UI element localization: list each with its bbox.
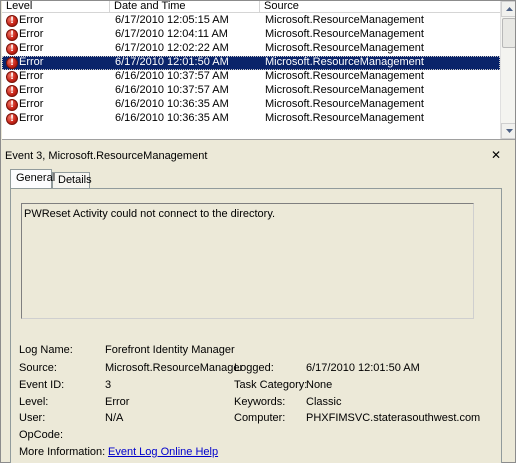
label-more-information: More Information: — [19, 446, 106, 458]
table-row[interactable]: ! Error 6/16/2010 10:36:35 AM Microsoft.Res… — [2, 112, 500, 126]
general-tab-panel: PWReset Activity could not connect to th… — [10, 188, 502, 463]
event-log-online-help-link[interactable]: Event Log Online Help — [108, 446, 218, 459]
label-keywords: Keywords: — [234, 396, 286, 408]
table-row[interactable]: ! Error 6/16/2010 10:36:35 AM Microsoft.Res… — [2, 98, 500, 112]
cell-level: Error — [19, 84, 44, 96]
column-header-source[interactable]: Source — [260, 1, 500, 13]
value-logged: 6/17/2010 12:01:50 AM — [306, 362, 420, 374]
error-icon: ! — [6, 57, 18, 69]
value-log-name: Forefront Identity Manager — [105, 344, 235, 356]
cell-date-time: 6/16/2010 10:36:35 AM — [115, 98, 229, 110]
cell-date-time: 6/17/2010 12:04:11 AM — [115, 28, 228, 40]
label-log-name: Log Name: — [19, 344, 73, 356]
value-source: Microsoft.ResourceManager — [105, 362, 244, 374]
cell-source: Microsoft.ResourceManagement — [265, 56, 424, 68]
cell-level: Error — [19, 28, 44, 40]
cell-date-time: 6/17/2010 12:02:22 AM — [115, 42, 229, 54]
label-level: Level: — [19, 396, 49, 408]
tab-details[interactable]: Details — [52, 172, 92, 188]
tab-general[interactable]: General — [10, 169, 55, 188]
cell-date-time: 6/17/2010 12:05:15 AM — [115, 14, 229, 26]
arrow-up-icon — [506, 7, 513, 11]
label-user: User: — [19, 412, 46, 424]
cell-source: Microsoft.ResourceManagement — [265, 112, 424, 124]
error-icon-glyph: ! — [6, 99, 18, 111]
cell-level: Error — [19, 98, 44, 110]
cell-level: Error — [19, 56, 44, 68]
scroll-thumb[interactable] — [502, 18, 515, 48]
cell-source: Microsoft.ResourceManagement — [265, 98, 424, 110]
pane-splitter[interactable] — [2, 139, 515, 145]
value-event-id: 3 — [105, 379, 112, 391]
cell-date-time: 6/17/2010 12:01:50 AM — [115, 56, 229, 68]
error-icon: ! — [6, 15, 18, 27]
column-header-date[interactable]: Date and Time — [110, 1, 260, 13]
label-opcode: OpCode: — [19, 429, 64, 441]
cell-source: Microsoft.ResourceManagement — [265, 84, 424, 96]
scroll-down-button[interactable] — [501, 123, 515, 139]
cell-date-time: 6/16/2010 10:37:57 AM — [115, 70, 229, 82]
cell-date-time: 6/16/2010 10:37:57 AM — [115, 84, 229, 96]
table-row[interactable]: ! Error 6/17/2010 12:02:22 AM Microsoft.Res… — [2, 42, 500, 56]
cell-source: Microsoft.ResourceManagement — [265, 70, 424, 82]
error-icon-glyph: ! — [6, 85, 18, 97]
error-icon: ! — [6, 113, 18, 125]
event-message[interactable]: PWReset Activity could not connect to th… — [21, 203, 474, 319]
label-event-id: Event ID: — [19, 379, 65, 391]
event-list: Level Date and Time Source ! Error 6/17/20… — [2, 1, 515, 139]
error-icon-glyph: ! — [6, 113, 18, 125]
table-row[interactable]: ! Error 6/16/2010 10:37:57 AM Microsoft.Res… — [2, 84, 500, 98]
table-row[interactable]: ! Error 6/16/2010 10:37:57 AM Microsoft.Res… — [2, 70, 500, 84]
value-keywords: Classic — [306, 396, 342, 408]
error-icon-glyph: ! — [6, 57, 18, 69]
column-header-level[interactable]: Level — [2, 1, 110, 13]
label-source: Source: — [19, 362, 57, 374]
cell-level: Error — [19, 112, 44, 124]
cell-level: Error — [19, 42, 44, 54]
cell-source: Microsoft.ResourceManagement — [265, 42, 424, 54]
error-icon: ! — [6, 99, 18, 111]
table-row[interactable]: ! Error 6/17/2010 12:01:50 AM Microsoft.Res… — [2, 56, 500, 70]
error-icon-glyph: ! — [6, 15, 18, 27]
value-computer: PHXFIMSVC.staterasouthwest.com — [306, 412, 481, 424]
vertical-scrollbar[interactable] — [500, 1, 515, 139]
detail-title: Event 3, Microsoft.ResourceManagement — [5, 150, 208, 162]
value-task-category: None — [306, 379, 333, 391]
table-row[interactable]: ! Error 6/17/2010 12:04:11 AM Microsoft.Res… — [2, 28, 500, 42]
column-header-row: Level Date and Time Source — [2, 1, 500, 13]
error-icon-glyph: ! — [6, 29, 18, 41]
cell-source: Microsoft.ResourceManagement — [265, 14, 424, 26]
event-viewer-window: Level Date and Time Source ! Error 6/17/20… — [0, 0, 516, 463]
event-rows: ! Error 6/17/2010 12:05:15 AM Microsoft.Res… — [2, 14, 500, 126]
error-icon-glyph: ! — [6, 43, 18, 55]
value-user: N/A — [105, 412, 124, 424]
arrow-down-icon — [506, 129, 513, 133]
scroll-up-button[interactable] — [501, 1, 515, 17]
close-icon[interactable]: ✕ — [490, 149, 502, 161]
error-icon: ! — [6, 29, 18, 41]
cell-level: Error — [19, 14, 44, 26]
cell-date-time: 6/16/2010 10:36:35 AM — [115, 112, 229, 124]
error-icon-glyph: ! — [6, 71, 18, 83]
value-level: Error — [105, 396, 130, 408]
error-icon: ! — [6, 71, 18, 83]
table-row[interactable]: ! Error 6/17/2010 12:05:15 AM Microsoft.Res… — [2, 14, 500, 28]
label-logged: Logged: — [234, 362, 274, 374]
label-task-category: Task Category: — [234, 379, 308, 391]
cell-level: Error — [19, 70, 44, 82]
cell-source: Microsoft.ResourceManagement — [265, 28, 424, 40]
error-icon: ! — [6, 85, 18, 97]
label-computer: Computer: — [234, 412, 286, 424]
error-icon: ! — [6, 43, 18, 55]
